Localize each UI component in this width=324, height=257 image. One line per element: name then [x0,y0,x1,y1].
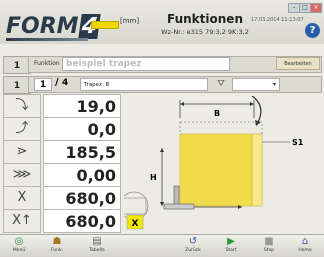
back-button[interactable]: ↺ Zurück [176,236,210,257]
x-marker-label: X [132,219,139,229]
menu-button[interactable]: ◎ Menü [2,236,36,257]
value-field[interactable]: 185,5 [43,140,121,164]
functions-label: Funk. [50,248,64,253]
sheet-flange [251,133,263,207]
form4-logo: FORM4 [6,14,101,39]
window-controls: – □ × [288,3,322,13]
step-total: 4 [62,78,69,88]
help-button[interactable]: ? [305,23,320,38]
stop-button[interactable]: ■ Stop [252,236,286,257]
tool-info: Wz-Nr.: e315 79:3,2 9K:3,2 [161,28,249,36]
bend-angle-icon[interactable]: ⤵ [3,94,41,118]
row-number: 1 [3,76,31,94]
value-field[interactable]: 0,0 [43,117,121,141]
dimension-b-label: B [214,109,220,118]
value-field[interactable]: 680,0 [43,186,121,210]
dimension-h-label: H [150,173,157,182]
edit-button[interactable]: Bearbeiten [276,57,320,70]
logo-text: FORM [6,14,79,39]
menu-icon: ◎ [14,236,24,247]
home-icon: ⌂ [301,236,309,247]
machine-bed-icon [124,197,147,215]
start-button[interactable]: ▶ Start [214,236,248,257]
part-drawing: B S1 H X [124,96,304,230]
stop-icon: ■ [264,236,274,247]
offset-icon[interactable]: ⋙ [3,163,41,187]
back-icon: ↺ [188,236,198,247]
datetime: 17.03.2014 11:13:07 [251,17,304,23]
function-name-input[interactable]: beispiel trapez [62,57,230,71]
step-current-input[interactable]: 1 [34,78,52,91]
tool-shape-icon[interactable]: ⛛ [210,77,232,91]
stop-label: Stop [263,248,275,253]
outline-dashed [179,121,263,136]
home-button[interactable]: ⌂ Home [288,236,322,257]
home-label: Home [298,248,312,253]
table-button[interactable]: ▤ Tabelle [80,236,114,257]
tool-dropdown[interactable]: ▾ [232,78,280,91]
close-button[interactable]: × [310,3,322,13]
value-field[interactable]: 680,0 [43,209,121,233]
tool-select[interactable]: Trapez: B [80,78,208,91]
functions-button[interactable]: ☗ Funk. [40,236,74,257]
rotation-arrow-icon [251,96,262,123]
x-axis-2-icon[interactable]: X↑ [3,209,41,233]
unit-label: [mm] [120,17,140,25]
row-number: 1 [3,56,31,74]
function-label: Funktion [34,60,60,67]
arrow-head [160,202,164,206]
functions-icon: ☗ [52,236,62,247]
gauge-base [163,203,195,210]
start-icon: ▶ [227,236,235,247]
angle-icon[interactable]: ⋗ [3,140,41,164]
step-separator: / [55,77,59,88]
x-axis-icon[interactable]: X [3,186,41,210]
menu-label: Menü [12,248,26,253]
dimension-s1-label: S1 [292,138,304,147]
arrow-head [180,102,184,106]
arrow-head [160,148,164,152]
backgauge-finger [173,185,180,207]
logo-underline [6,38,88,41]
unit-indicator [91,21,119,29]
value-field[interactable]: 19,0 [43,94,121,118]
value-field[interactable]: 0,00 [43,163,121,187]
sheet-part [179,133,253,207]
back-label: Zurück [185,248,201,253]
page-title: Funktionen [167,12,243,26]
table-label: Tabelle [89,248,105,253]
start-label: Start [225,248,237,253]
arrow-head [250,102,254,106]
backgauge-icon[interactable]: ⤴ [3,117,41,141]
table-icon: ▤ [92,236,102,247]
